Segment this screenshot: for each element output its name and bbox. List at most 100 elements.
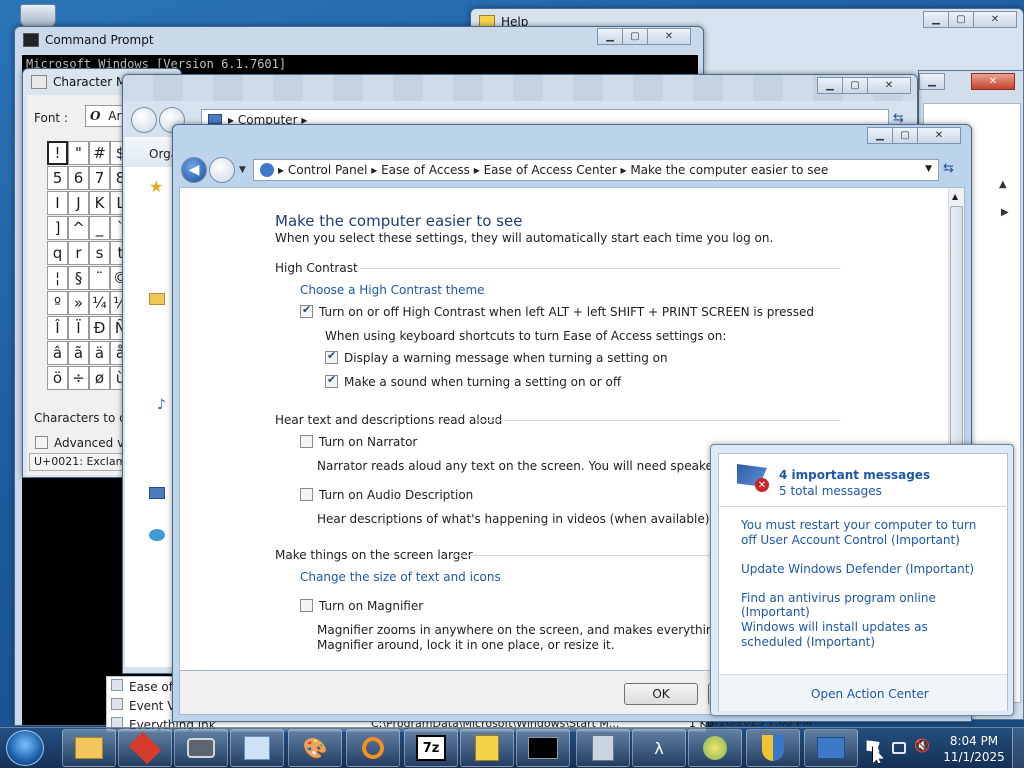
maximize-button[interactable]: ▢ (622, 28, 648, 45)
action-message[interactable]: Find an antivirus program online (Import… (741, 591, 1005, 619)
start-button[interactable] (6, 730, 44, 766)
breadcrumb-item[interactable]: Ease of Access (381, 163, 470, 177)
char-cell[interactable]: J (68, 191, 89, 215)
cmd-taskbar-icon[interactable] (516, 729, 570, 767)
camera-taskbar-icon[interactable] (174, 729, 228, 767)
char-cell[interactable]: q (47, 241, 68, 265)
red-app-taskbar-icon[interactable] (118, 729, 172, 767)
maximize-button[interactable]: ▢ (948, 11, 974, 28)
change-size-link[interactable]: Change the size of text and icons (300, 570, 501, 584)
character-map-taskbar-icon[interactable]: λ (632, 729, 686, 767)
close-button[interactable]: ✕ (973, 11, 1017, 28)
checkbox-box[interactable] (300, 435, 313, 448)
action-message[interactable]: You must restart your computer to turn o… (741, 518, 981, 548)
globe-taskbar-icon[interactable] (688, 729, 742, 767)
network-icon[interactable] (149, 529, 165, 541)
total-messages-link[interactable]: 5 total messages (779, 484, 882, 498)
char-cell[interactable]: ¦ (47, 266, 68, 290)
recycle-bin-icon[interactable] (20, 4, 56, 28)
close-button[interactable]: ✕ (971, 73, 1015, 90)
help-taskbar-icon[interactable] (460, 729, 514, 767)
char-cell[interactable]: » (68, 291, 89, 315)
char-cell[interactable]: ö (47, 366, 68, 390)
checkbox-box[interactable] (300, 303, 313, 318)
char-cell[interactable]: ] (47, 216, 68, 240)
ease-titlebar[interactable] (173, 125, 971, 151)
minimize-button[interactable]: ▁ (817, 77, 843, 94)
collapse-arrow-icon[interactable]: ▲ (999, 179, 1007, 190)
security-taskbar-icon[interactable] (746, 729, 800, 767)
favorites-star-icon[interactable]: ★ (149, 177, 163, 196)
char-cell[interactable]: ¼ (89, 291, 110, 315)
7zip-taskbar-icon[interactable]: 7z (404, 729, 458, 767)
forward-button[interactable] (209, 157, 235, 183)
explorer-titlebar[interactable] (123, 75, 917, 101)
char-cell[interactable]: ! (47, 141, 68, 165)
back-button[interactable]: ◀ (181, 157, 207, 183)
char-cell[interactable]: ^ (68, 216, 89, 240)
narrator-checkbox[interactable]: Turn on Narrator (300, 435, 417, 449)
char-cell[interactable]: º (47, 291, 68, 315)
control-panel-taskbar-icon[interactable] (804, 729, 858, 767)
char-cell[interactable]: # (89, 141, 110, 165)
show-desktop-button[interactable] (1012, 728, 1024, 768)
checkbox-box[interactable] (325, 373, 338, 388)
music-icon[interactable]: ♪ (157, 397, 166, 413)
char-cell[interactable]: Ï (68, 316, 89, 340)
breadcrumb-item[interactable]: Ease of Access Center (484, 163, 617, 177)
clock[interactable]: 8:04 PM 11/1/2025 (940, 733, 1008, 765)
breadcrumb-item[interactable]: Make the computer easier to see (630, 163, 828, 177)
char-cell[interactable]: 5 (47, 166, 68, 190)
char-cell[interactable]: Ð (89, 316, 110, 340)
char-cell[interactable]: s (89, 241, 110, 265)
explorer-taskbar-icon[interactable] (62, 729, 116, 767)
address-dropdown-icon[interactable]: ▼ (925, 164, 932, 174)
scroll-up-icon[interactable]: ▲ (952, 192, 958, 201)
char-cell[interactable]: ¨ (89, 266, 110, 290)
minimize-button[interactable]: ▁ (919, 73, 945, 90)
volume-muted-icon[interactable]: 🔇 (914, 739, 930, 754)
char-cell[interactable]: ä (89, 341, 110, 365)
char-cell[interactable]: â (47, 341, 68, 365)
warning-message-checkbox[interactable]: Display a warning message when turning a… (325, 349, 668, 365)
checkbox-box[interactable] (325, 349, 338, 364)
close-button[interactable]: ✕ (867, 77, 911, 94)
paint-taskbar-icon[interactable]: 🎨 (288, 729, 342, 767)
make-sound-checkbox[interactable]: Make a sound when turning a setting on o… (325, 373, 621, 389)
history-dropdown-icon[interactable]: ▼ (239, 165, 246, 175)
char-cell[interactable]: r (68, 241, 89, 265)
choose-high-contrast-link[interactable]: Choose a High Contrast theme (300, 283, 485, 297)
back-button[interactable] (131, 107, 157, 133)
char-cell[interactable]: _ (89, 216, 110, 240)
magnifier-checkbox[interactable]: Turn on Magnifier (300, 599, 423, 613)
minimize-button[interactable]: ▁ (923, 11, 949, 28)
char-cell[interactable]: 6 (68, 166, 89, 190)
settings-app-taskbar-icon[interactable] (230, 729, 284, 767)
char-cell[interactable]: Î (47, 316, 68, 340)
computer-nav-icon[interactable] (149, 487, 165, 499)
checkbox-box[interactable] (300, 599, 313, 612)
char-cell[interactable]: 7 (89, 166, 110, 190)
char-cell[interactable]: § (68, 266, 89, 290)
important-messages-link[interactable]: 4 important messages (779, 468, 930, 482)
char-cell[interactable]: ø (89, 366, 110, 390)
high-contrast-checkbox[interactable]: Turn on or off High Contrast when left A… (300, 303, 814, 319)
folder-icon[interactable] (149, 293, 165, 305)
action-center-flyout[interactable]: ✕ 4 important messages 5 total messages … (710, 444, 1014, 716)
magnifier-taskbar-icon[interactable] (346, 729, 400, 767)
address-bar[interactable]: ▸ Control Panel ▸ Ease of Access ▸ Ease … (253, 159, 939, 181)
close-button[interactable]: ✕ (647, 28, 691, 45)
calculator-taskbar-icon[interactable] (576, 729, 630, 767)
char-cell[interactable]: " (68, 141, 89, 165)
action-message[interactable]: Windows will install updates as schedule… (741, 620, 981, 650)
scroll-thumb[interactable] (950, 206, 963, 476)
audio-description-checkbox[interactable]: Turn on Audio Description (300, 488, 473, 502)
char-cell[interactable]: K (89, 191, 110, 215)
maximize-button[interactable]: ▢ (842, 77, 868, 94)
char-cell[interactable]: ã (68, 341, 89, 365)
checkbox-box[interactable] (35, 436, 48, 449)
ok-button[interactable]: OK (624, 683, 698, 705)
char-cell[interactable]: I (47, 191, 68, 215)
minimize-button[interactable]: ▁ (867, 127, 893, 144)
checkbox-box[interactable] (300, 488, 313, 501)
